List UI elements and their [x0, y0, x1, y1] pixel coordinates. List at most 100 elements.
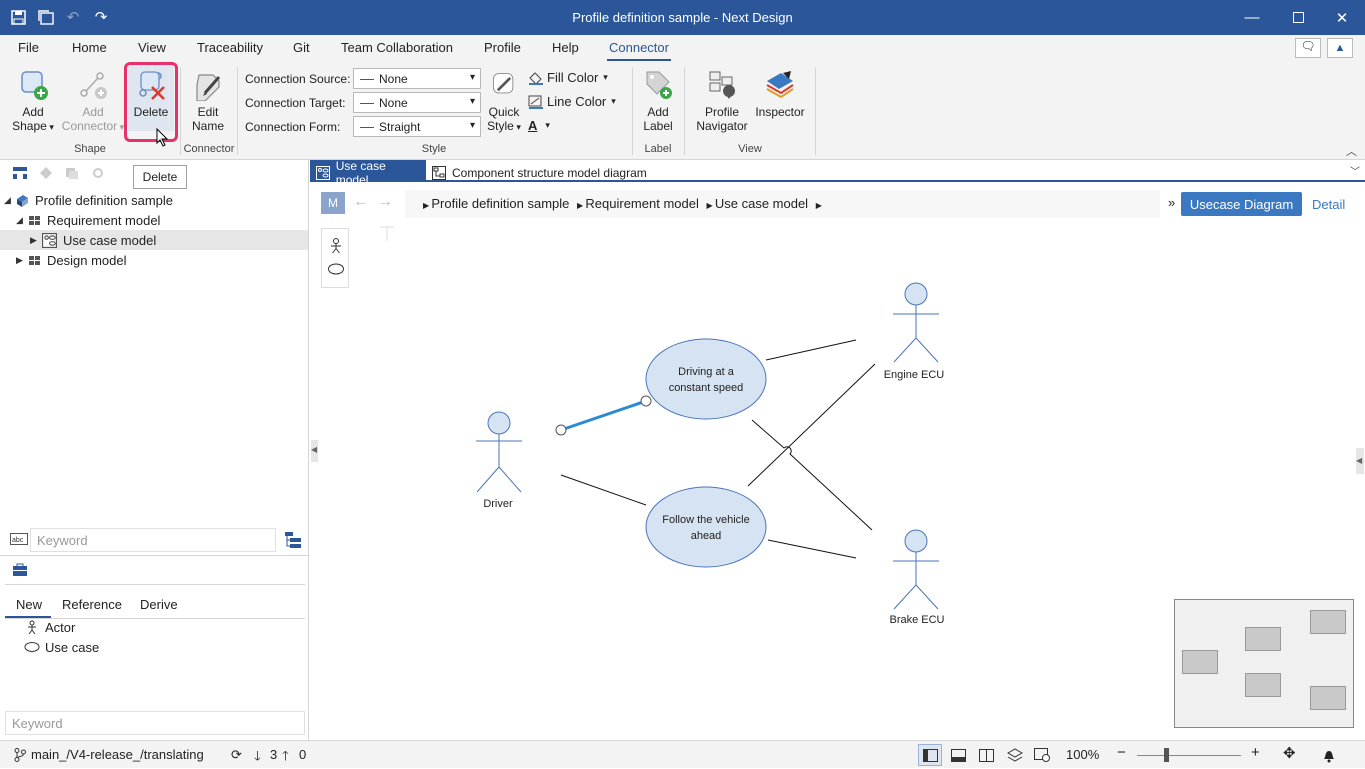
component-diagram-icon [432, 166, 446, 180]
connector-handle-end[interactable] [640, 395, 652, 407]
new-item-use-case[interactable]: Use case [24, 637, 99, 657]
bell-icon[interactable] [1322, 748, 1336, 763]
add-shape-button[interactable]: Add Shape ▾ [8, 69, 58, 134]
zoom-out-button[interactable]: − [1117, 744, 1126, 761]
comment-icon[interactable]: 🗨 [1295, 38, 1321, 58]
selected-connector-driver-driving[interactable] [560, 399, 647, 432]
layout-bottom-icon[interactable] [951, 749, 966, 762]
actor-driver[interactable]: Driver [476, 411, 522, 510]
tree-item-use-case-model[interactable]: ▶ Use case model [0, 230, 308, 250]
tree-keyword-input[interactable]: Keyword [30, 528, 276, 552]
tab-component-structure-model-diagram[interactable]: Component structure model diagram [426, 160, 653, 182]
expand-down-icon[interactable]: ◢ [4, 195, 16, 206]
menu-team-collaboration[interactable]: Team Collaboration [341, 40, 453, 55]
menu-view[interactable]: View [138, 40, 166, 55]
layout-split-icon[interactable] [979, 749, 994, 762]
font-color-button[interactable]: A ▾ [528, 118, 550, 133]
toolbox-icon[interactable] [12, 563, 28, 577]
expand-down-icon[interactable]: ◢ [16, 215, 28, 226]
menu-file[interactable]: File [18, 40, 39, 55]
zoom-slider-track[interactable] [1137, 755, 1241, 756]
tree-item-requirement-model[interactable]: ◢ Requirement model [16, 210, 160, 230]
layers-icon[interactable] [1007, 748, 1023, 763]
incoming-count: 3 [270, 747, 278, 762]
menu-profile[interactable]: Profile [484, 40, 521, 55]
group-label-label: Label [644, 143, 672, 155]
add-label-button[interactable]: Add Label [638, 69, 678, 133]
zoom-slider-thumb[interactable] [1164, 748, 1169, 762]
ribbon-collapse-icon[interactable]: ︿ [1346, 143, 1357, 159]
layout-left-icon[interactable] [923, 749, 938, 762]
maximize-button[interactable] [1275, 0, 1321, 35]
add-connector-button[interactable]: Add Connector ▾ [60, 69, 126, 134]
add-shape-icon [21, 71, 48, 100]
diamond-icon[interactable] [38, 166, 54, 180]
group-view-label: View [738, 143, 762, 155]
connector-follow-engine[interactable] [747, 363, 876, 487]
tab-derive[interactable]: Derive [140, 597, 178, 612]
connector-driving-brake[interactable] [751, 419, 873, 531]
menu-git[interactable]: Git [293, 40, 310, 55]
connection-target-select[interactable]: None ▾ [353, 92, 481, 113]
menu-home[interactable]: Home [72, 40, 107, 55]
usecase-follow-the-vehicle-ahead[interactable]: Follow the vehicle ahead [645, 486, 767, 568]
edit-name-button[interactable]: Edit Name [186, 69, 230, 133]
tree-item-profile-definition-sample[interactable]: ◢ Profile definition sample [4, 190, 173, 210]
tab-reference[interactable]: Reference [62, 597, 122, 612]
profile-navigator-button[interactable]: Profile Navigator [692, 69, 752, 133]
connector-handle-start[interactable] [555, 424, 567, 436]
actor-brake-ecu[interactable]: Brake ECU [889, 529, 945, 626]
connector-driver-follow[interactable] [560, 474, 647, 506]
expand-right-icon[interactable]: ▶ [30, 235, 42, 246]
sync-icon[interactable]: ⟳ [231, 747, 242, 763]
fill-color-button[interactable]: Fill Color ▾ [528, 70, 608, 85]
add-label-icon [646, 71, 672, 99]
zoom-in-button[interactable]: + [1251, 744, 1260, 761]
inspector-icon [766, 71, 794, 99]
close-button[interactable]: ✕ [1319, 0, 1365, 35]
menu-help[interactable]: Help [552, 40, 579, 55]
use-case-icon [24, 642, 40, 652]
branch-name[interactable]: main_/V4-release_/translating [31, 747, 204, 762]
group-shape-label: Shape [74, 143, 106, 155]
document-tabs: Use case model Component structure model… [310, 159, 1365, 187]
minimap[interactable] [1174, 599, 1354, 728]
minimize-button[interactable]: — [1229, 0, 1275, 35]
tree-item-design-model[interactable]: ▶ Design model [16, 250, 127, 270]
actor-engine-ecu[interactable]: Engine ECU [884, 282, 945, 381]
filter-tree-icon[interactable] [284, 531, 302, 549]
connector-driving-engine[interactable] [765, 339, 857, 361]
menu-traceability[interactable]: Traceability [197, 40, 263, 55]
svg-text:Follow the vehicle: Follow the vehicle [662, 514, 749, 526]
menu-connector[interactable]: Connector [607, 40, 671, 61]
quick-style-button[interactable]: Quick Style ▾ [485, 69, 523, 134]
usecase-diagram-icon [316, 166, 330, 180]
line-color-button[interactable]: Line Color ▾ [528, 94, 616, 109]
zoom-level[interactable]: 100% [1066, 747, 1099, 762]
usecase-driving-at-constant-speed[interactable]: Driving at a constant speed [645, 338, 767, 420]
svg-text:Brake ECU: Brake ECU [889, 614, 944, 626]
connection-source-select[interactable]: None ▾ [353, 68, 481, 89]
fit-view-icon[interactable] [1034, 748, 1051, 763]
copy-icon[interactable] [64, 166, 80, 180]
tab-new[interactable]: New [16, 597, 42, 612]
abc-icon[interactable]: abc [10, 533, 28, 548]
connector-follow-brake[interactable] [767, 539, 857, 559]
tab-use-case-model[interactable]: Use case model [310, 159, 426, 187]
connection-form-select[interactable]: Straight ▾ [353, 116, 481, 137]
hierarchy-icon[interactable] [12, 166, 28, 180]
ribbon: Add Shape ▾ Add Connector ▾ Delete Edit Nam… [0, 61, 1365, 160]
expand-right-icon[interactable]: ▶ [16, 255, 28, 266]
tabs-dropdown-icon[interactable]: ﹀ [1350, 163, 1360, 178]
gear-icon[interactable] [90, 166, 106, 180]
collapse-ribbon-icon[interactable]: ▲ [1327, 38, 1353, 58]
toolbox-keyword-input[interactable]: Keyword [5, 711, 305, 735]
outgoing-count: 0 [299, 747, 307, 762]
new-item-actor[interactable]: Actor [26, 617, 75, 637]
svg-text:Driving at a: Driving at a [678, 366, 735, 378]
chevron-down-icon: ▾ [469, 120, 475, 131]
move-icon[interactable]: ✥ [1283, 744, 1296, 762]
delete-tooltip: Delete [133, 165, 187, 189]
package-icon [29, 255, 40, 265]
inspector-button[interactable]: Inspector [753, 69, 807, 119]
